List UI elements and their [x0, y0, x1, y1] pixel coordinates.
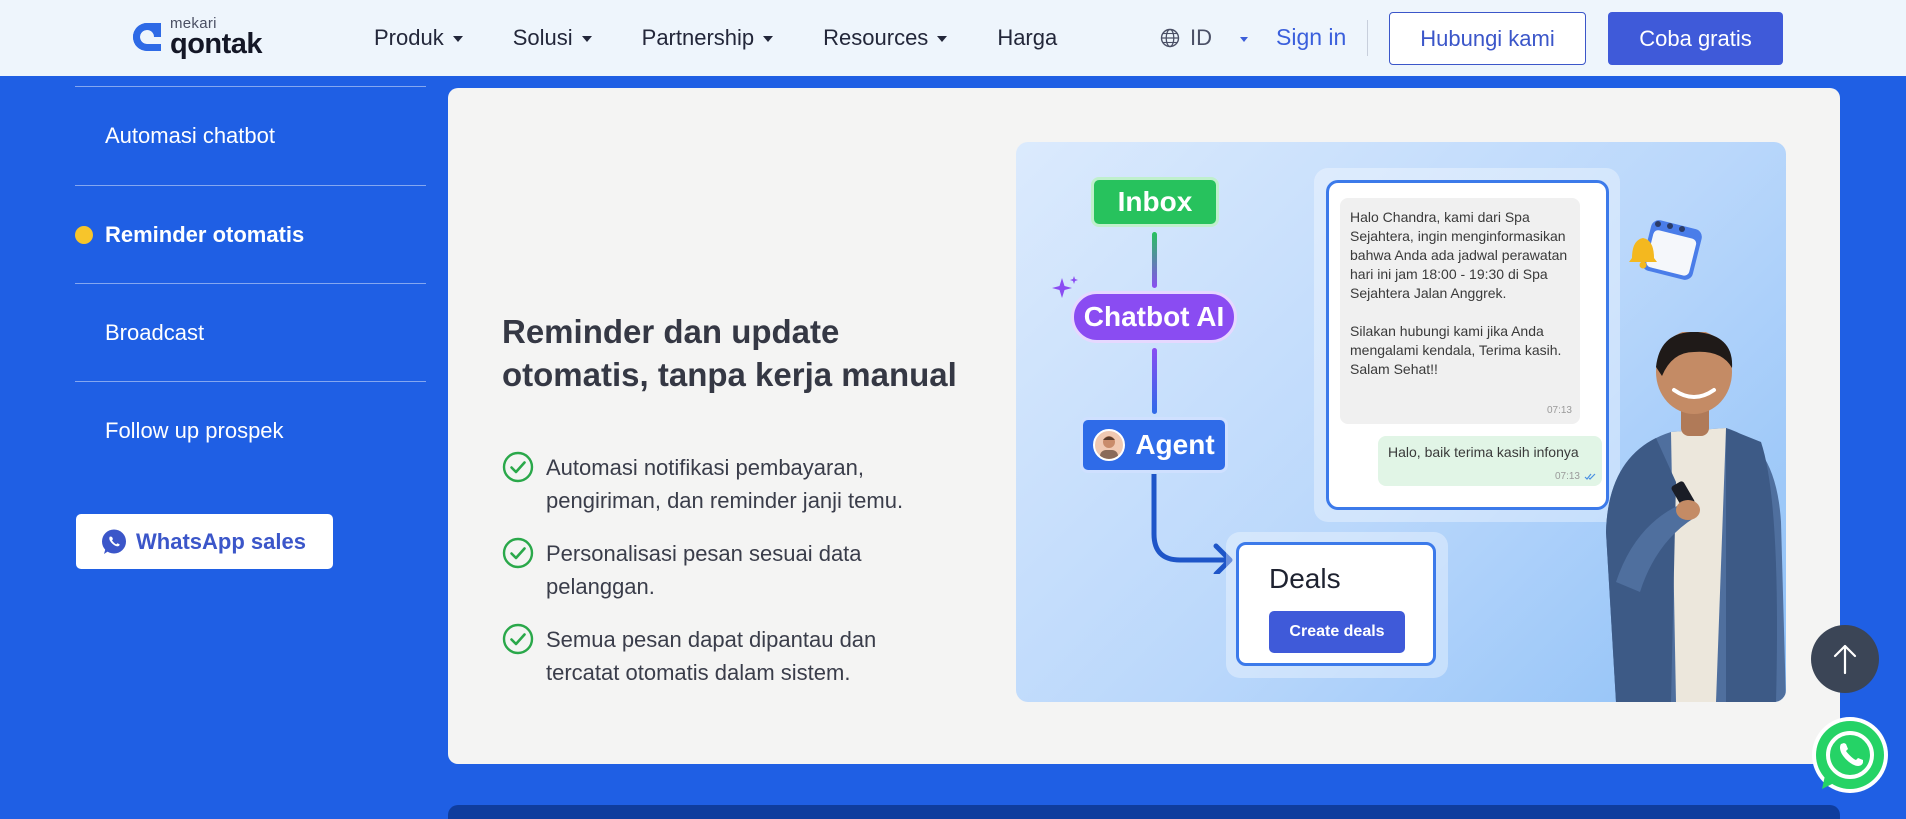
sign-in-link[interactable]: Sign in [1276, 24, 1346, 51]
nav-harga[interactable]: Harga [997, 25, 1057, 51]
check-circle-icon [502, 537, 534, 569]
free-trial-button[interactable]: Coba gratis [1608, 12, 1783, 65]
contact-button[interactable]: Hubungi kami [1389, 12, 1586, 65]
message-time: 07:13 [1546, 405, 1572, 416]
arrow-up-icon [1833, 644, 1857, 675]
header-divider [1367, 20, 1368, 56]
site-header: mekari qontak Produk Solusi Partnership … [0, 0, 1906, 76]
incoming-message: Halo Chandra, kami dari Spa Sejahtera, i… [1340, 198, 1580, 424]
globe-icon [1160, 28, 1180, 48]
deals-card: Deals Create deals [1236, 542, 1436, 666]
qontak-logo-icon [133, 23, 161, 51]
calendar-bell-icon [1629, 220, 1702, 280]
section-title: Reminder dan update otomatis, tanpa kerj… [502, 313, 957, 393]
feature-text: Automasi notifikasi pembayaran, pengirim… [546, 455, 904, 513]
scroll-to-top-button[interactable] [1811, 625, 1879, 693]
whatsapp-sales-label: WhatsApp sales [136, 528, 306, 554]
active-indicator-dot [75, 225, 93, 244]
caret-down-icon [763, 36, 774, 42]
caret-down-icon [581, 36, 592, 42]
nav-solusi[interactable]: Solusi [513, 25, 592, 51]
feature-illustration: Inbox Chatbot AI Agent Halo Chandra, kam… [1016, 142, 1786, 702]
person-with-phone-image [1606, 332, 1786, 702]
flow-connector [1152, 232, 1157, 288]
caret-down-icon [937, 36, 948, 42]
sidebar-item-label: Automasi chatbot [105, 122, 275, 148]
next-section-edge [448, 805, 1840, 819]
sidebar-item-label: Reminder otomatis [105, 221, 305, 247]
nav-produk[interactable]: Produk [374, 25, 463, 51]
check-circle-icon [502, 451, 534, 483]
sidebar-item-automasi-chatbot[interactable]: Automasi chatbot [75, 87, 426, 184]
outgoing-message: Halo, baik terima kasih infonya 07:13 [1378, 436, 1602, 486]
sparkle-icon [1052, 276, 1078, 298]
caret-down-icon [452, 36, 463, 42]
feature-item: Automasi notifikasi pembayaran, pengirim… [502, 451, 946, 517]
sidebar-item-reminder-otomatis[interactable]: Reminder otomatis [75, 186, 426, 283]
main-nav: Produk Solusi Partnership Resources Harg… [374, 0, 1107, 76]
caret-down-icon [1240, 36, 1248, 42]
whatsapp-chat-button[interactable] [1808, 715, 1890, 797]
flow-inbox: Inbox [1091, 177, 1219, 227]
feature-text: Semua pesan dapat dipantau dan tercatat … [546, 627, 877, 685]
sidebar-item-label: Broadcast [105, 319, 205, 345]
logo[interactable]: mekari qontak [130, 14, 263, 60]
whatsapp-sales-button[interactable]: WhatsApp sales [76, 514, 333, 569]
language-selector[interactable]: ID [1160, 0, 1248, 76]
flow-connector [1152, 348, 1157, 414]
whatsapp-icon [102, 529, 126, 554]
nav-resources[interactable]: Resources [823, 25, 948, 51]
sidebar-item-follow-up-prospek[interactable]: Follow up prospek [75, 382, 426, 479]
feature-text: Personalisasi pesan sesuai data pelangga… [546, 541, 862, 599]
nav-partnership[interactable]: Partnership [642, 25, 774, 51]
language-label: ID [1190, 25, 1212, 50]
flow-agent: Agent [1080, 417, 1228, 473]
flow-chatbot-ai: Chatbot AI [1071, 291, 1237, 343]
agent-avatar [1093, 429, 1126, 461]
check-circle-icon [502, 623, 534, 655]
feature-item: Personalisasi pesan sesuai data pelangga… [502, 537, 946, 603]
create-deals-button: Create deals [1269, 611, 1405, 653]
flow-agent-label: Agent [1135, 429, 1215, 460]
feature-item: Semua pesan dapat dipantau dan tercatat … [502, 623, 946, 689]
sidebar-item-broadcast[interactable]: Broadcast [75, 284, 426, 381]
sidebar-item-label: Follow up prospek [105, 417, 284, 443]
logo-name: qontak [170, 27, 263, 60]
deals-title: Deals [1269, 563, 1341, 594]
